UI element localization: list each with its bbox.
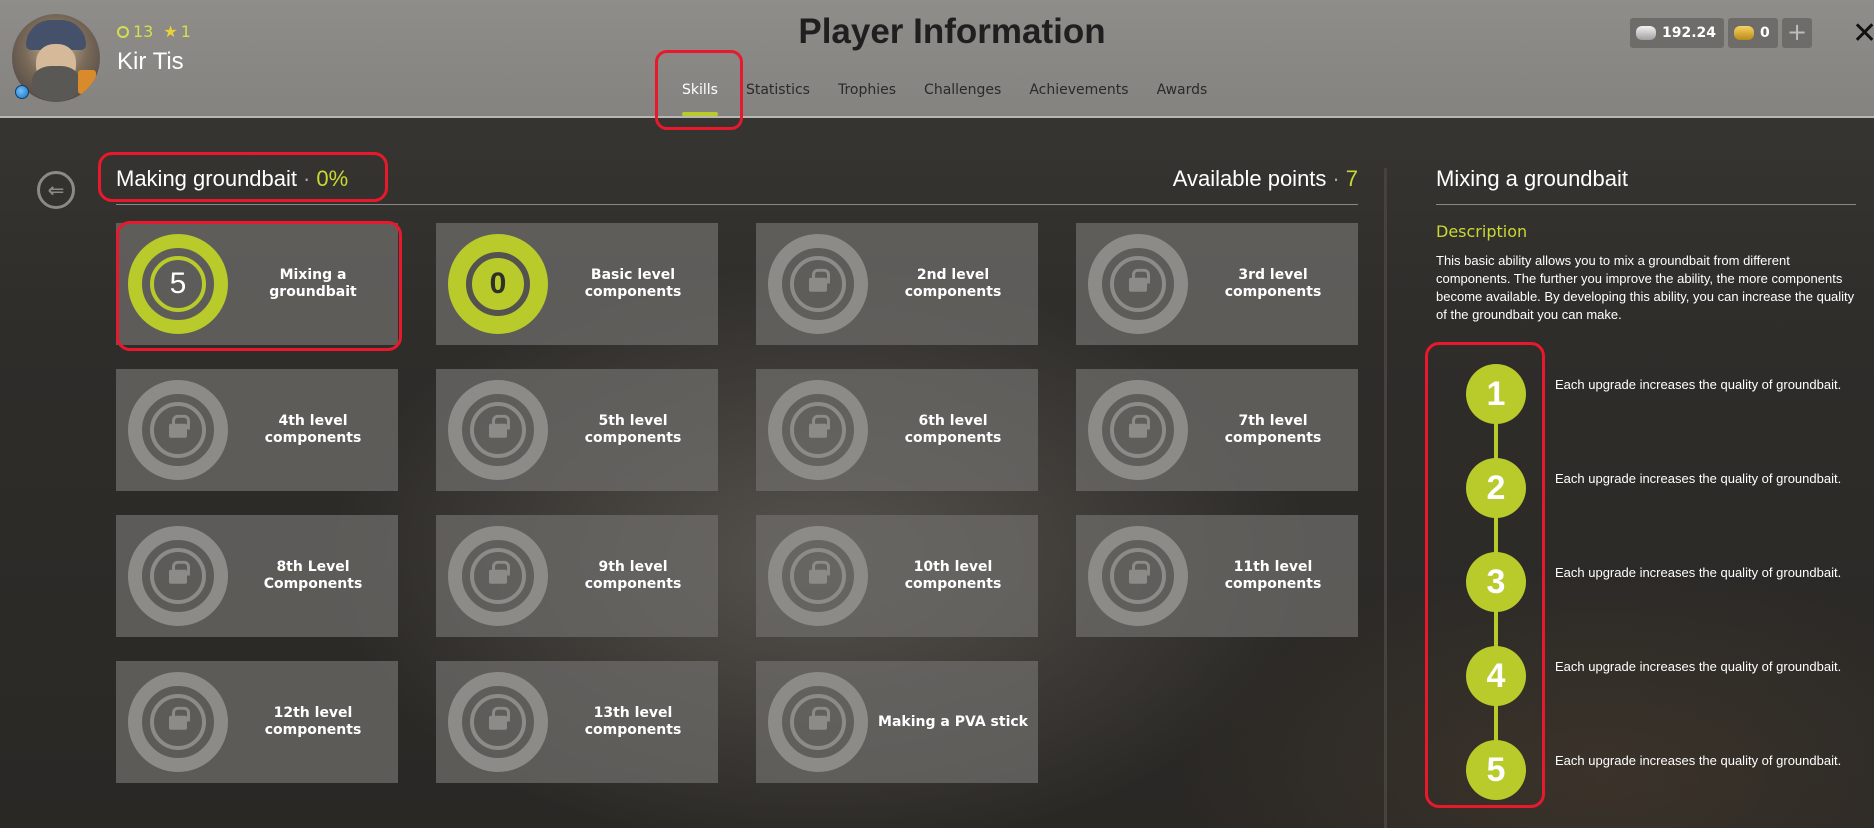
selected-skill-highlight: [116, 221, 402, 351]
lock-icon: [489, 560, 510, 584]
skill-level-ring: 0: [448, 234, 548, 334]
skill-label: 11th level components: [1224, 559, 1322, 592]
skill-label: 8th Level Components: [263, 559, 363, 592]
available-points: Available points · 7: [1172, 166, 1358, 191]
skill-card[interactable]: 2nd level components: [756, 223, 1038, 345]
player-name: Kir Tis: [117, 48, 184, 75]
skill-card[interactable]: 13th level components: [436, 661, 718, 783]
skill-card[interactable]: 3rd level components: [1076, 223, 1358, 345]
panel-divider: [1384, 168, 1387, 828]
skill-label: 6th level components: [904, 413, 1002, 446]
lock-icon: [169, 414, 190, 438]
skill-label: 12th level components: [264, 705, 362, 738]
skill-label: 2nd level components: [904, 267, 1002, 300]
globe-icon: [15, 85, 29, 99]
lock-icon: [1129, 560, 1150, 584]
silver-coin-icon: [1636, 26, 1656, 40]
lock-icon: [169, 706, 190, 730]
tab-achievements[interactable]: Achievements: [1015, 82, 1142, 98]
lock-icon: [809, 268, 830, 292]
gold-value: 0: [1760, 25, 1770, 41]
upgrade-step-text: Each upgrade increases the quality of gr…: [1555, 753, 1842, 768]
skill-label: 10th level components: [904, 559, 1002, 592]
skill-card[interactable]: Making a PVA stick: [756, 661, 1038, 783]
steps-highlight: [1425, 342, 1545, 808]
back-arrow-icon[interactable]: ⇐: [37, 171, 75, 209]
upgrade-step-text: Each upgrade increases the quality of gr…: [1555, 659, 1842, 674]
divider: [116, 204, 1358, 205]
lock-icon: [489, 414, 510, 438]
tab-challenges[interactable]: Challenges: [910, 82, 1015, 98]
lock-icon: [489, 706, 510, 730]
skill-card[interactable]: 4th level components: [116, 369, 398, 491]
skills-tab-highlight: [655, 50, 743, 130]
lock-icon: [1129, 414, 1150, 438]
skill-card[interactable]: 10th level components: [756, 515, 1038, 637]
skill-label: 3rd level components: [1224, 267, 1322, 300]
detail-title: Mixing a groundbait: [1436, 166, 1629, 191]
header-bar: 13 ★ 1 Kir Tis Player Information Skills …: [0, 0, 1874, 130]
lock-icon: [809, 560, 830, 584]
gold-balance[interactable]: 0: [1728, 18, 1778, 48]
skill-card[interactable]: 11th level components: [1076, 515, 1358, 637]
description-text: This basic ability allows you to mix a g…: [1436, 253, 1855, 322]
skill-label: 9th level components: [584, 559, 682, 592]
skill-card[interactable]: 5th level components: [436, 369, 718, 491]
skill-card[interactable]: 0 Basic level components: [436, 223, 718, 345]
skill-card[interactable]: 8th Level Components: [116, 515, 398, 637]
skill-card[interactable]: 12th level components: [116, 661, 398, 783]
section-title-highlight: [98, 152, 388, 202]
tab-bar: Skills Statistics Trophies Challenges Ac…: [668, 82, 1222, 116]
skill-level-value: 0: [489, 267, 507, 300]
upgrade-step-text: Each upgrade increases the quality of gr…: [1555, 377, 1842, 392]
tab-awards[interactable]: Awards: [1143, 82, 1222, 98]
skill-label: Basic level components: [584, 267, 682, 300]
add-currency-button[interactable]: +: [1782, 18, 1812, 48]
page-title: Player Information: [798, 12, 1106, 51]
available-points-value: 7: [1345, 166, 1358, 191]
lock-icon: [809, 706, 830, 730]
available-points-label: Available points: [1172, 166, 1327, 191]
silver-value: 192.24: [1662, 25, 1717, 41]
skill-label: 4th level components: [264, 413, 362, 446]
skill-label: 7th level components: [1224, 413, 1322, 446]
tab-trophies[interactable]: Trophies: [824, 82, 910, 98]
detail-divider: [1436, 204, 1856, 205]
lock-icon: [809, 414, 830, 438]
skill-label: 5th level components: [584, 413, 682, 446]
lock-icon: [169, 560, 190, 584]
lock-icon: [1129, 268, 1150, 292]
skill-card[interactable]: 6th level components: [756, 369, 1038, 491]
close-icon[interactable]: ✕: [1852, 16, 1874, 51]
description-label: Description: [1436, 222, 1528, 241]
skill-card[interactable]: 7th level components: [1076, 369, 1358, 491]
upgrade-step-text: Each upgrade increases the quality of gr…: [1555, 471, 1842, 486]
tab-statistics[interactable]: Statistics: [732, 82, 824, 98]
skill-label: Making a PVA stick: [878, 713, 1028, 730]
skill-card[interactable]: 9th level components: [436, 515, 718, 637]
silver-balance[interactable]: 192.24: [1630, 18, 1725, 48]
gold-coin-icon: [1734, 26, 1754, 40]
upgrade-step-text: Each upgrade increases the quality of gr…: [1555, 565, 1842, 580]
skill-label: 13th level components: [584, 705, 682, 738]
